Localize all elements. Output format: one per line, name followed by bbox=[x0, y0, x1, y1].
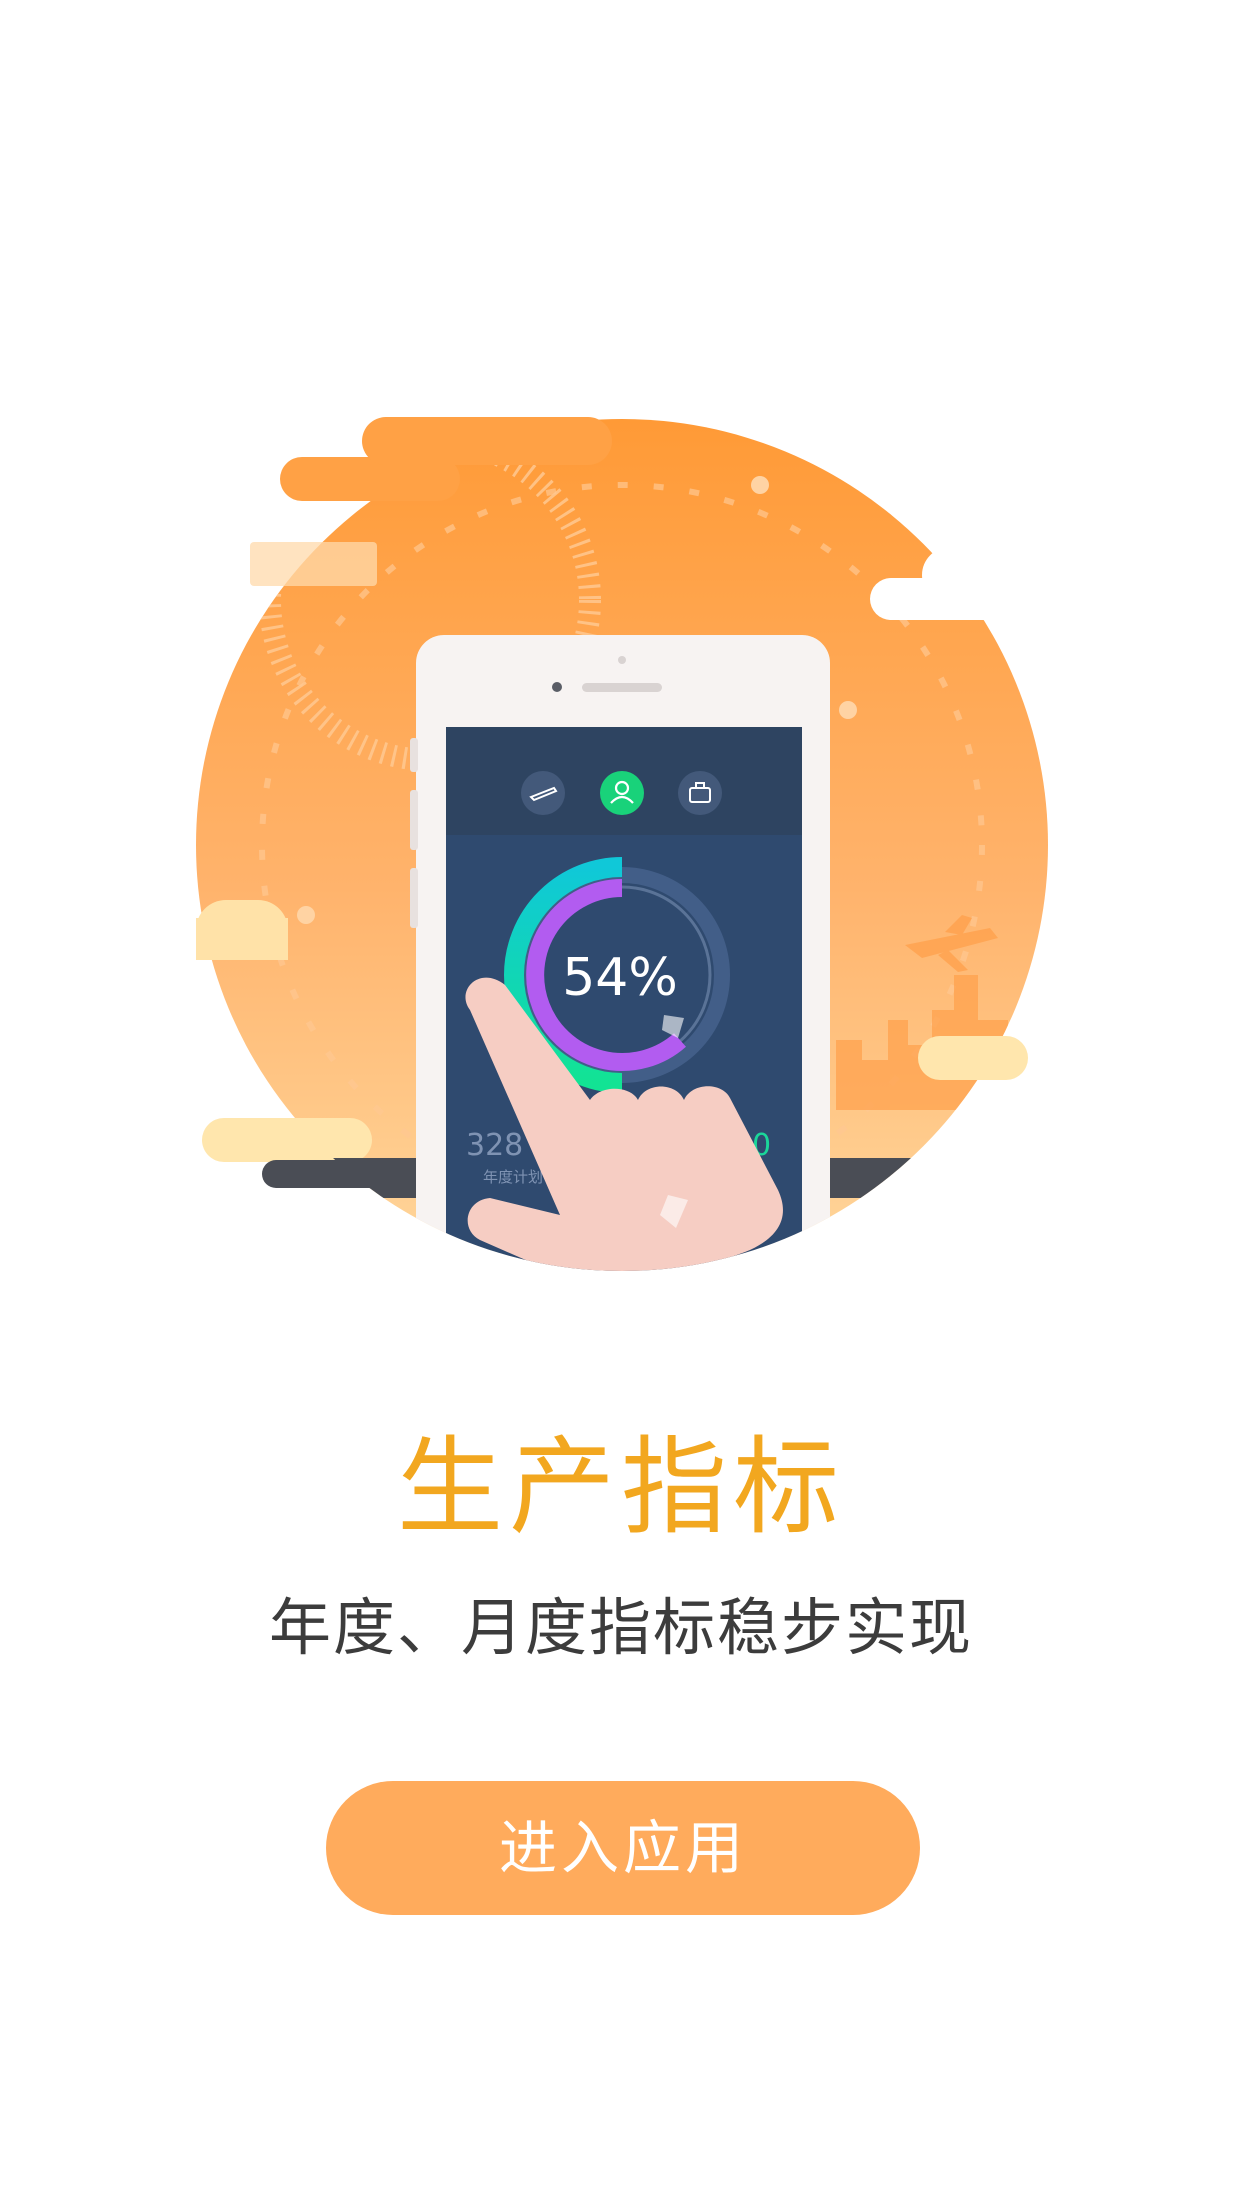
hero-illustration: 54% 328 年度计划 0 bbox=[0, 0, 1242, 1320]
cloud-bottom-right bbox=[918, 1036, 1028, 1080]
ground-bar-left bbox=[262, 1160, 442, 1188]
stat-left-value: 328 bbox=[466, 1128, 523, 1163]
cloud-left bbox=[196, 900, 288, 960]
plane-icon bbox=[521, 771, 565, 815]
cloud-bottom-left bbox=[202, 1118, 372, 1162]
user-icon bbox=[600, 771, 644, 815]
phone-mockup: 54% 328 年度计划 0 bbox=[410, 635, 830, 1271]
enter-app-button[interactable]: 进入应用 bbox=[326, 1781, 920, 1915]
briefcase-icon bbox=[678, 771, 722, 815]
page-subtitle: 年度、月度指标稳步实现 bbox=[268, 1591, 973, 1664]
cloud-top-light bbox=[250, 542, 377, 586]
stat-left-caption: 年度计划 bbox=[483, 1168, 543, 1186]
page-title: 生产指标 bbox=[397, 1426, 845, 1549]
percent-label: 54% bbox=[562, 948, 678, 1008]
